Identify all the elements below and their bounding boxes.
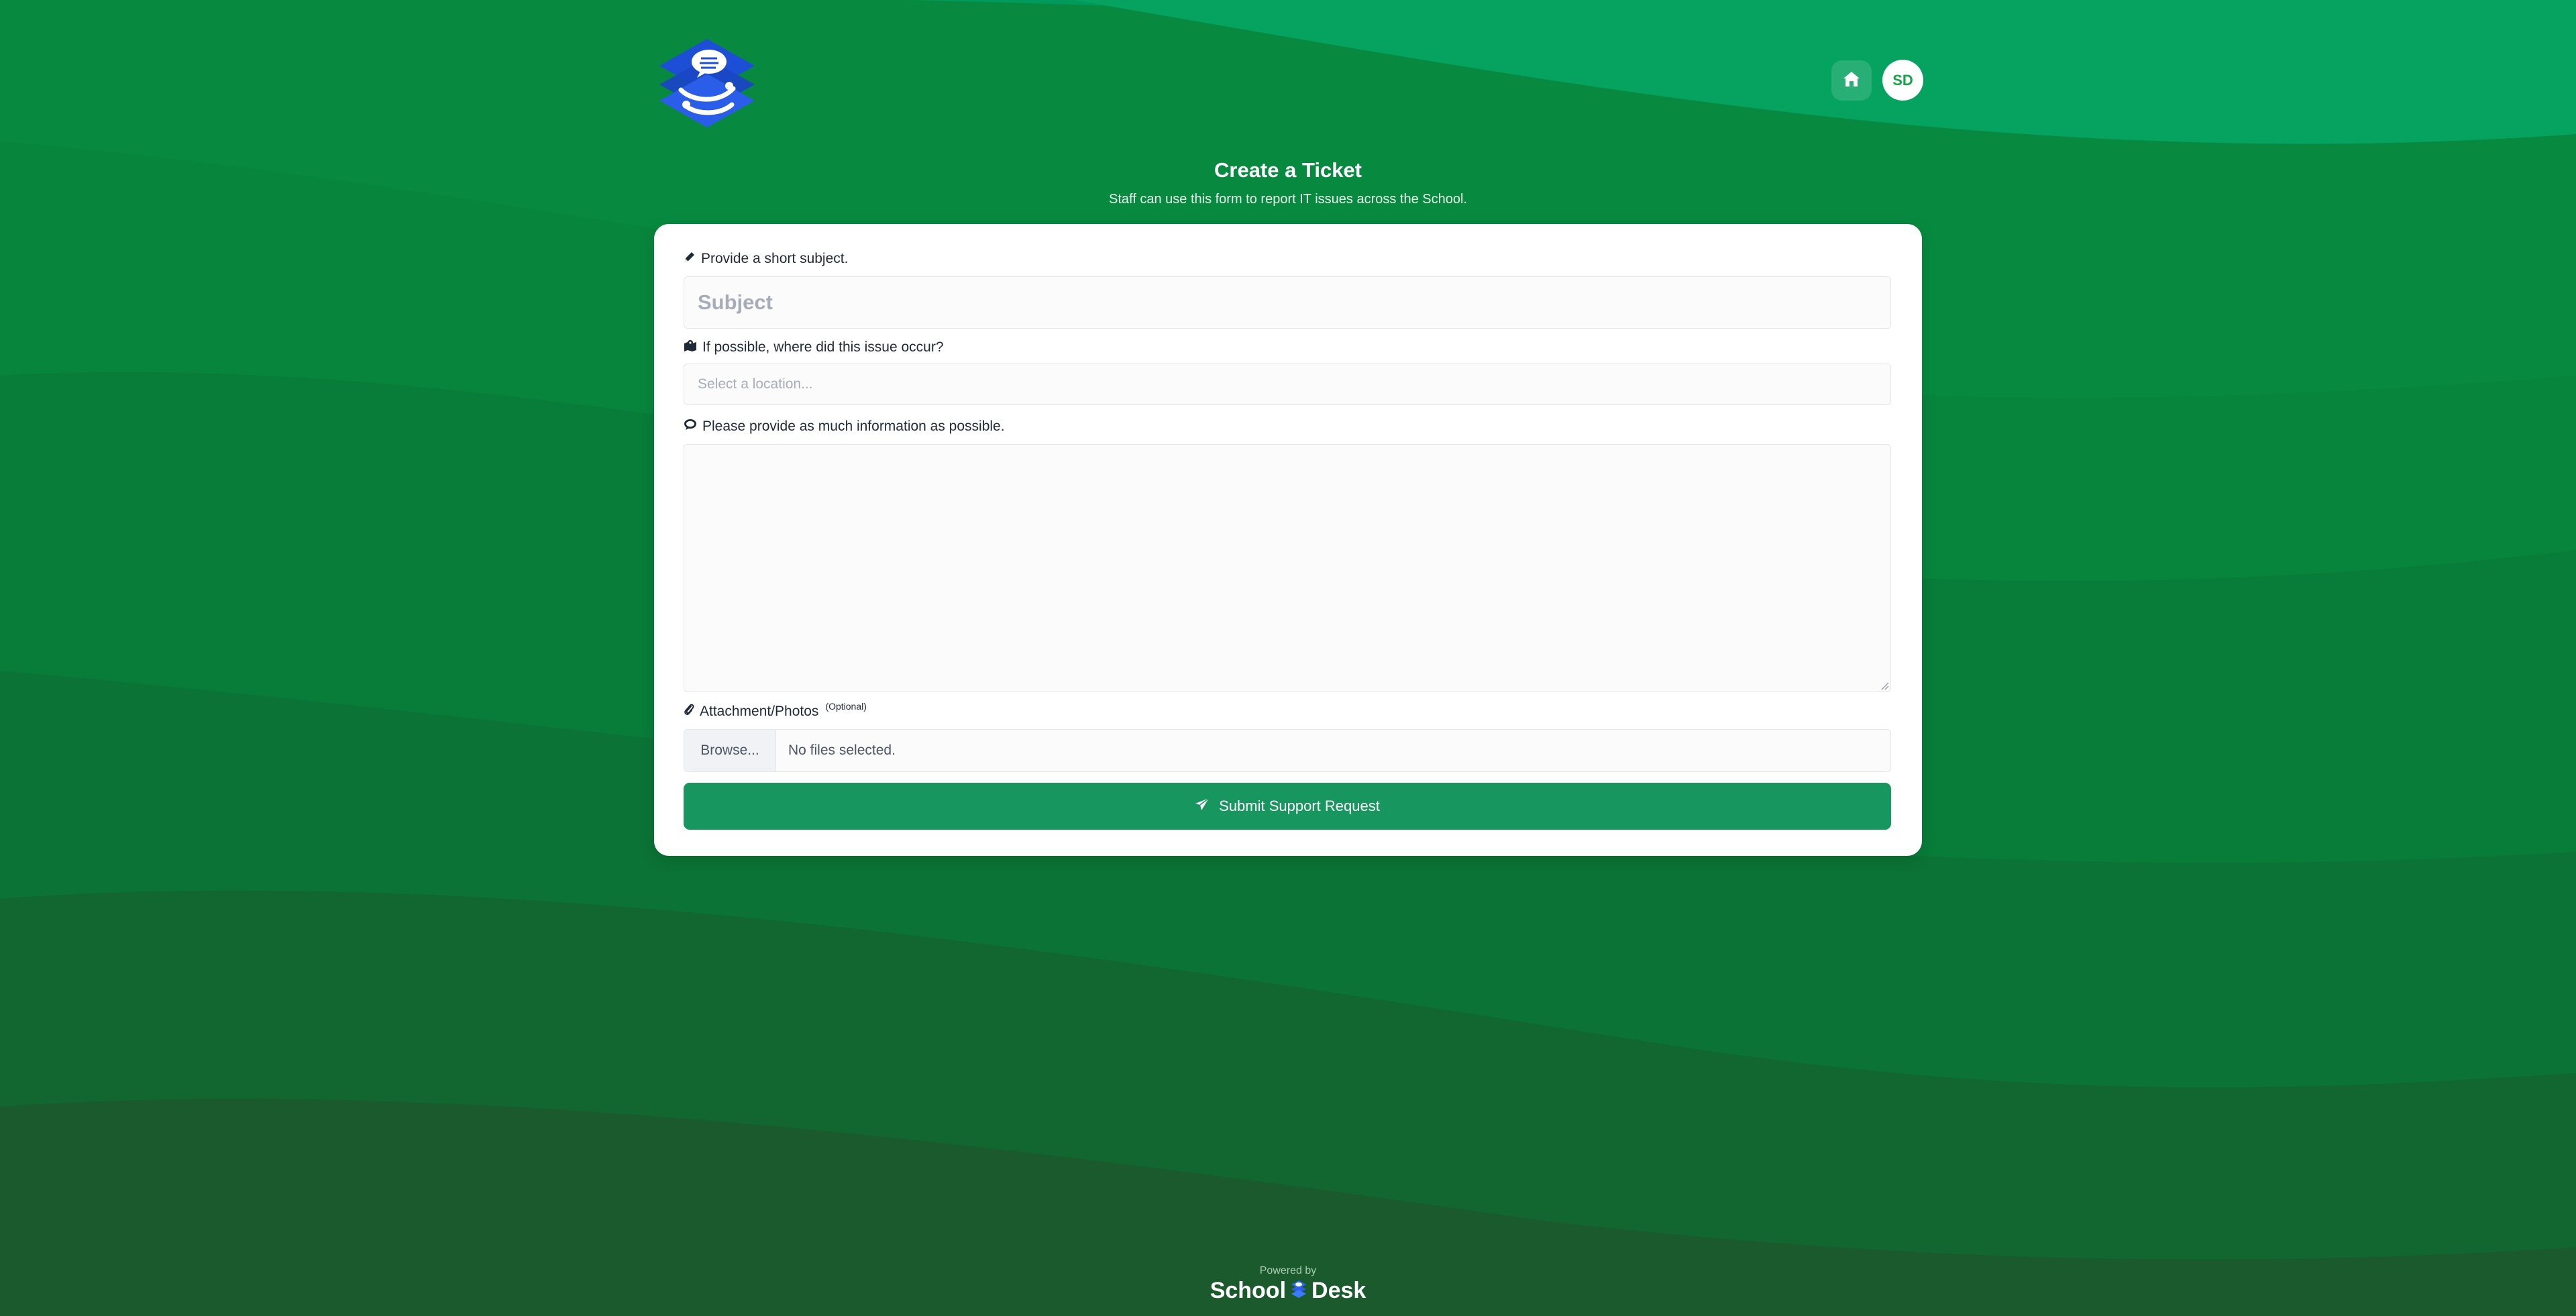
submit-support-request-button[interactable]: Submit Support Request — [684, 783, 1891, 830]
attachment-label: Attachment/Photos (Optional) — [684, 701, 867, 720]
paper-plane-icon — [1195, 798, 1210, 815]
subject-placeholder: Subject — [698, 290, 773, 314]
comment-icon — [684, 419, 697, 435]
browse-button[interactable]: Browse... — [684, 730, 776, 771]
subject-label-text: Provide a short subject. — [701, 251, 849, 266]
home-button[interactable] — [1831, 60, 1872, 101]
pencil-icon — [684, 251, 696, 267]
ticket-form-card: Provide a short subject. Subject If poss… — [654, 224, 1922, 856]
avatar[interactable]: SD — [1882, 60, 1923, 101]
subject-input[interactable]: Subject — [684, 276, 1891, 329]
details-label-text: Please provide as much information as po… — [702, 419, 1005, 434]
subject-label: Provide a short subject. — [684, 251, 848, 267]
schooldesk-logo-icon[interactable] — [654, 35, 760, 129]
page-subtitle: Staff can use this form to report IT iss… — [1109, 192, 1467, 207]
submit-label: Submit Support Request — [1219, 798, 1380, 814]
location-label: If possible, where did this issue occur? — [684, 339, 944, 355]
brand-logo-icon — [1290, 1278, 1307, 1304]
attachment-label-text: Attachment/Photos — [700, 704, 819, 719]
location-label-text: If possible, where did this issue occur? — [702, 339, 944, 355]
brand-left-text: School — [1210, 1278, 1287, 1303]
page-title: Create a Ticket — [1214, 158, 1362, 182]
location-placeholder: Select a location... — [698, 376, 813, 392]
details-textarea[interactable] — [684, 444, 1891, 692]
optional-badge: (Optional) — [825, 701, 867, 712]
file-status: No files selected. — [788, 743, 896, 758]
paperclip-icon — [684, 703, 694, 720]
map-icon — [684, 339, 697, 355]
attachment-file-input[interactable]: Browse... No files selected. — [684, 729, 1891, 772]
schooldesk-brand[interactable]: School Desk — [1187, 1278, 1389, 1304]
resize-grip-icon[interactable] — [1880, 681, 1889, 690]
home-icon — [1842, 70, 1861, 91]
brand-right-text: Desk — [1311, 1278, 1366, 1303]
powered-by-text: Powered by — [1259, 1265, 1317, 1276]
location-select[interactable]: Select a location... — [684, 364, 1891, 405]
details-label: Please provide as much information as po… — [684, 419, 1005, 435]
